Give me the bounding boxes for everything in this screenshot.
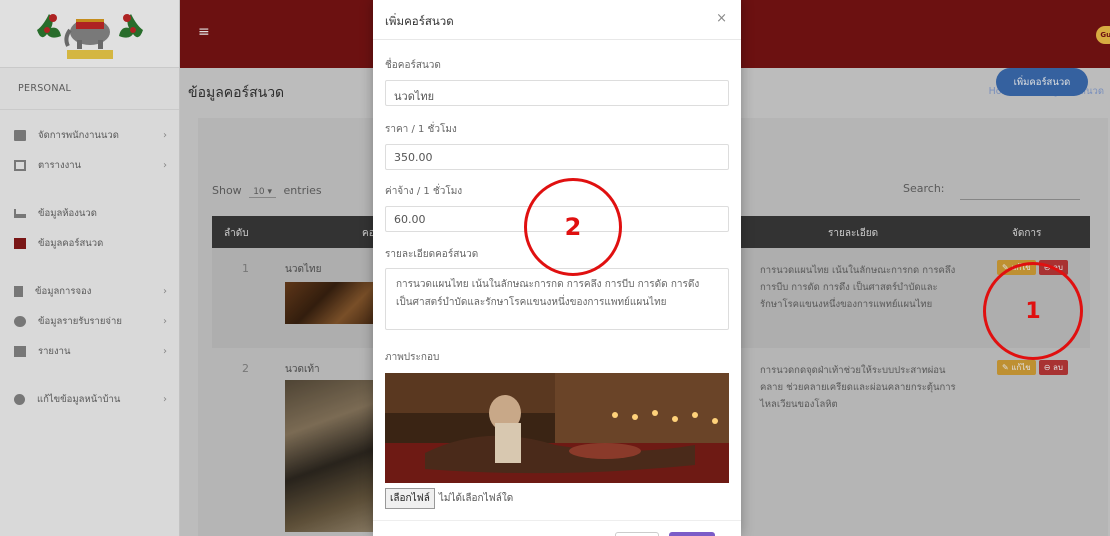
detail-textarea[interactable]: การนวดแผนไทย เน้นในลักษณะการกด การคลึง ก… [385, 268, 729, 330]
choose-file-button[interactable]: เลือกไฟล์ [385, 488, 435, 509]
annotation-2: 2 [524, 178, 622, 276]
massage-photo [385, 373, 729, 483]
file-status: ไม่ได้เลือกไฟล์ใด [438, 493, 514, 504]
image-label: ภาพประกอบ [385, 352, 440, 363]
preview-image [385, 373, 729, 483]
close-icon[interactable]: × [716, 11, 727, 26]
annotation-1: 1 [983, 262, 1083, 360]
modal-header: เพิ่มคอร์สนวด × [373, 0, 741, 40]
price-input[interactable]: 350.00 [385, 144, 729, 170]
file-upload: เลือกไฟล์ ไม่ได้เลือกไฟล์ใด [385, 488, 513, 509]
price-label: ราคา / 1 ชั่วโมง [385, 124, 457, 135]
course-name-label: ชื่อคอร์สนวด [385, 60, 441, 71]
modal-title: เพิ่มคอร์สนวด [385, 14, 454, 28]
detail-label: รายละเอียดคอร์สนวด [385, 249, 479, 260]
modal-close-button[interactable] [615, 532, 659, 536]
course-name-input[interactable]: นวดไทย [385, 80, 729, 106]
wage-label: ค่าจ้าง / 1 ชั่วโมง [385, 186, 463, 197]
modal-save-button[interactable] [669, 532, 715, 536]
